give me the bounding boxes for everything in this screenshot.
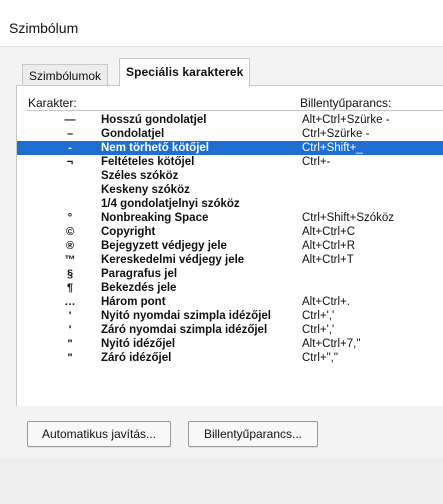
list-item[interactable]: " Záró idézőjel Ctrl+"," — [17, 351, 443, 365]
character-symbol: - — [68, 142, 72, 154]
list-item[interactable]: ' Nyitó nyomdai szimpla idézőjel Ctrl+',' — [17, 309, 443, 323]
title-bar: Szimbólum — [0, 0, 443, 47]
character-name: Három pont — [101, 296, 166, 308]
list-item[interactable]: ¬ Feltételes kötőjel Ctrl+- — [17, 155, 443, 169]
character-shortcut: Alt+Ctrl+T — [302, 254, 354, 266]
character-symbol: ¶ — [66, 282, 74, 294]
list-item[interactable]: ¶ Bekezdés jele — [17, 281, 443, 295]
character-symbol: ¬ — [66, 156, 74, 168]
character-symbol: ® — [65, 240, 75, 252]
shortcut-key-button[interactable]: Billentyűparancs... — [188, 421, 318, 447]
character-name: Bekezdés jele — [101, 282, 177, 294]
list-item[interactable]: " Nyitó idézőjel Alt+Ctrl+7," — [17, 337, 443, 351]
tab-symbols[interactable]: Szimbólumok — [22, 64, 109, 85]
character-name: Bejegyzett védjegy jele — [101, 240, 227, 252]
character-shortcut: Ctrl+Szürke - — [302, 128, 370, 140]
list-item[interactable]: ° Nonbreaking Space Ctrl+Shift+Szóköz — [17, 211, 443, 225]
tab-special-characters[interactable]: Speciális karakterek — [119, 58, 251, 87]
character-symbol: … — [64, 296, 76, 308]
list-item[interactable]: – Gondolatjel Ctrl+Szürke - — [17, 127, 443, 141]
special-characters-panel: Karakter: Billentyűparancs: — Hosszú gond… — [16, 85, 443, 406]
character-name: 1/4 gondolatjelnyi szóköz — [101, 198, 240, 210]
character-symbol: — — [64, 114, 76, 126]
list-item[interactable]: … Három pont Alt+Ctrl+. — [17, 295, 443, 309]
dialog-footer — [0, 458, 443, 504]
character-shortcut: Ctrl+',' — [302, 324, 335, 336]
character-name: Záró nyomdai szimpla idézőjel — [101, 324, 268, 336]
dialog-title: Szimbólum — [9, 20, 79, 36]
character-symbol: ' — [68, 324, 72, 336]
character-shortcut: Alt+Ctrl+R — [302, 240, 356, 252]
character-name: Kereskedelmi védjegy jele — [101, 254, 245, 266]
list-item[interactable]: - Nem törhető kötőjel Ctrl+Shift+_ — [17, 141, 443, 155]
character-symbol: © — [65, 226, 75, 238]
header-divider — [27, 110, 443, 111]
character-name: Paragrafus jel — [101, 268, 178, 280]
character-list[interactable]: — Hosszú gondolatjel Alt+Ctrl+Szürke - – Gon… — [17, 113, 443, 365]
character-name: Záró idézőjel — [101, 352, 172, 364]
character-name: Hosszú gondolatjel — [101, 114, 207, 126]
character-shortcut: Alt+Ctrl+Szürke - — [302, 114, 390, 126]
list-item[interactable]: 1/4 gondolatjelnyi szóköz — [17, 197, 443, 211]
list-item[interactable]: ' Záró nyomdai szimpla idézőjel Ctrl+',' — [17, 323, 443, 337]
character-shortcut: Ctrl+Shift+Szóköz — [302, 212, 395, 224]
character-shortcut: Ctrl+"," — [302, 352, 338, 364]
character-name: Copyright — [101, 226, 156, 238]
character-name: Nyitó nyomdai szimpla idézőjel — [101, 310, 271, 322]
character-name: Gondolatjel — [101, 128, 165, 140]
list-item[interactable]: — Hosszú gondolatjel Alt+Ctrl+Szürke - — [17, 113, 443, 127]
list-item[interactable]: ® Bejegyzett védjegy jele Alt+Ctrl+R — [17, 239, 443, 253]
character-name: Keskeny szóköz — [101, 184, 190, 196]
character-name: Nonbreaking Space — [101, 212, 209, 224]
character-symbol: ° — [67, 212, 73, 224]
character-name: Feltételes kötőjel — [101, 156, 195, 168]
list-item[interactable]: Széles szóköz — [17, 169, 443, 183]
list-item[interactable]: § Paragrafus jel — [17, 267, 443, 281]
character-shortcut: Ctrl+- — [302, 156, 331, 168]
character-shortcut: Alt+Ctrl+C — [302, 226, 356, 238]
tab-bar: Szimbólumok Speciális karakterek — [0, 58, 443, 87]
character-symbol: " — [67, 338, 73, 350]
character-shortcut: Alt+Ctrl+. — [302, 296, 350, 308]
character-shortcut: Ctrl+',' — [302, 310, 335, 322]
column-header-shortcut: Billentyűparancs: — [300, 96, 392, 110]
character-shortcut: Alt+Ctrl+7," — [302, 338, 361, 350]
list-item[interactable]: ™ Kereskedelmi védjegy jele Alt+Ctrl+T — [17, 253, 443, 267]
autocorrect-button[interactable]: Automatikus javítás... — [27, 421, 171, 447]
character-name: Nyitó idézőjel — [101, 338, 176, 350]
list-item[interactable]: © Copyright Alt+Ctrl+C — [17, 225, 443, 239]
character-symbol: " — [67, 352, 73, 364]
character-name: Nem törhető kötőjel — [101, 142, 209, 154]
list-item[interactable]: Keskeny szóköz — [17, 183, 443, 197]
column-header-character: Karakter: — [28, 96, 77, 110]
character-name: Széles szóköz — [101, 170, 179, 182]
character-symbol: – — [66, 128, 74, 140]
character-symbol: ' — [68, 310, 72, 322]
character-symbol: § — [66, 268, 74, 280]
character-shortcut: Ctrl+Shift+_ — [302, 142, 363, 154]
character-symbol: ™ — [64, 254, 76, 266]
symbol-dialog: Szimbólum Szimbólumok Speciális karakter… — [0, 0, 443, 504]
